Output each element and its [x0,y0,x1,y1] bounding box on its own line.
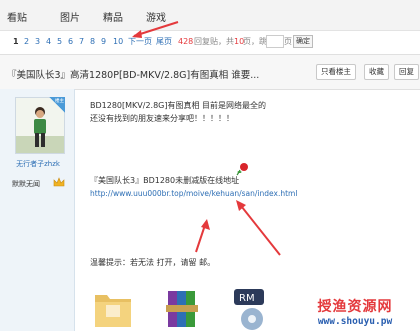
reply-count: 428 [178,37,194,46]
jump-confirm-button[interactable]: 确定 [293,35,313,48]
post-line-3: 『美国队长3』BD1280未删减版在线地址 [90,176,240,185]
page-link-10[interactable]: 10 [113,37,123,46]
top-nav: 看贴 图片 精品 游戏 [0,0,420,31]
crown-icon [53,177,65,187]
tab-featured[interactable]: 精品 [103,9,123,24]
avatar[interactable]: 楼主 [15,97,65,154]
thread-title: 『美国队长3』高清1280P[BD-MKV/2.8G]有图真相 谁要... [7,70,260,81]
post-content: BD1280[MKV/2.8G]有图真相 目前是网络最全的 还没有找到的朋友速来… [80,89,420,331]
author-sidebar: 楼主 无行者子zhzk 默默无闻 [0,89,75,331]
winrar-icon[interactable] [162,287,202,331]
post-line-2: 还没有找到的朋友速来分享吧！！！！！ [90,114,234,123]
page-link-2[interactable]: 2 [24,37,29,46]
post-line-1: BD1280[MKV/2.8G]有图真相 目前是网络最全的 [90,101,267,110]
page-link-1[interactable]: 1 [13,37,19,46]
reply-count-suffix: 回复贴，共 [194,37,234,46]
post-tip: 温馨提示：若无法 打开，请留 邮。 [90,258,216,267]
post-link[interactable]: http://www.uuu000br.top/moive/kehuan/san… [90,189,297,198]
pager: 1 2 3 4 5 6 7 8 9 10 下一页 尾页 428 回复贴，共 10… [0,31,420,51]
thread-header: 『美国队长3』高清1280P[BD-MKV/2.8G]有图真相 谁要... 只看… [0,54,420,90]
watermark-title: 授渔资源网 [317,299,393,315]
site-watermark: 授渔资源网 www.shouyu.pw [292,296,418,330]
svg-text:RM: RM [239,293,255,304]
author-rank: 默默无闻 [12,180,40,188]
next-page-link[interactable]: 下一页 [128,37,152,46]
tab-images[interactable]: 图片 [60,9,80,24]
author-username[interactable]: 无行者子zhzk [8,159,68,169]
page-unit: 页 [284,37,292,46]
folder-icon[interactable] [92,287,134,331]
page-link-9[interactable]: 9 [101,37,106,46]
last-page-link[interactable]: 尾页 [156,37,172,46]
reply-button[interactable]: 回复 [394,64,419,80]
page-link-8[interactable]: 8 [90,37,95,46]
rose-icon [236,163,248,176]
page-link-5[interactable]: 5 [57,37,62,46]
page-link-7[interactable]: 7 [79,37,84,46]
author-only-button[interactable]: 只看楼主 [316,64,356,80]
page-link-6[interactable]: 6 [68,37,73,46]
page-link-4[interactable]: 4 [46,37,51,46]
watermark-url: www.shouyu.pw [317,316,393,327]
jump-page-input[interactable] [266,35,284,48]
owner-badge: 楼主 [49,97,65,113]
tab-games[interactable]: 游戏 [146,9,166,24]
realplayer-icon[interactable]: RM [230,287,274,331]
favorite-button[interactable]: 收藏 [364,64,389,80]
tab-posts[interactable]: 看贴 [7,9,27,24]
owner-badge-label: 楼主 [55,99,64,104]
page-link-3[interactable]: 3 [35,37,40,46]
